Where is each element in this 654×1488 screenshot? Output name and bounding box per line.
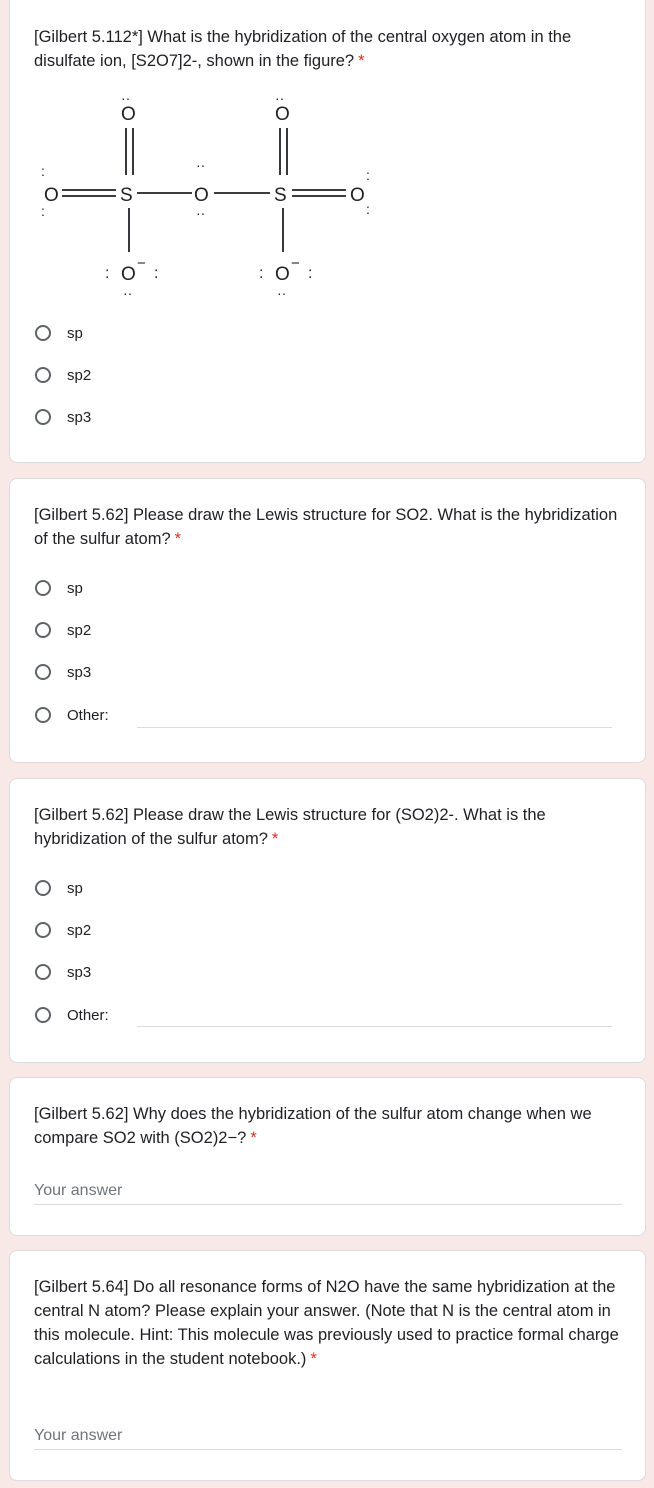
question-title: [Gilbert 5.62] Why does the hybridizatio… [34, 1105, 592, 1147]
radio-button[interactable] [35, 580, 51, 596]
radio-button[interactable] [35, 964, 51, 980]
option-sp2[interactable]: sp2 [35, 363, 91, 387]
option-label: sp2 [67, 921, 92, 939]
option-label: sp3 [67, 963, 92, 981]
option-sp2[interactable]: sp2 [35, 918, 91, 942]
question-title: [Gilbert 5.62] Please draw the Lewis str… [34, 506, 618, 548]
question-card-5: [Gilbert 5.64] Do all resonance forms of… [9, 1250, 646, 1481]
lone-pair: : [154, 265, 158, 282]
option-label: sp3 [67, 663, 92, 681]
option-other[interactable]: Other: [35, 1003, 109, 1027]
atom-s-right: S [274, 185, 287, 206]
question-title: [Gilbert 5.64] Do all resonance forms of… [34, 1278, 619, 1368]
option-other[interactable]: Other: [35, 703, 109, 727]
atom-o-bridge: O [194, 185, 209, 206]
required-asterisk: * [174, 530, 182, 548]
charge: − [137, 255, 146, 272]
radio-button[interactable] [35, 707, 51, 723]
option-sp[interactable]: sp [35, 576, 83, 600]
atom-o-top-left: O [121, 104, 136, 125]
lone-pair: ·· [123, 285, 132, 301]
disulfate-lewis-structure-figure: O : : S O ·· O − : : ·· O ·· ·· S O ·· O… [41, 90, 370, 301]
atom-s-left: S [120, 185, 133, 206]
radio-button[interactable] [35, 1007, 51, 1023]
answer-input[interactable] [34, 1178, 622, 1205]
atom-o-right: O [350, 185, 365, 206]
lone-pair: : [105, 265, 109, 282]
radio-button[interactable] [35, 880, 51, 896]
option-label: Other: [67, 1006, 109, 1024]
lone-pair: : [366, 167, 370, 183]
required-asterisk: * [271, 830, 279, 848]
option-label: sp2 [67, 621, 92, 639]
option-sp[interactable]: sp [35, 321, 83, 345]
question-card-1: [Gilbert 5.112*] What is the hybridizati… [9, 0, 646, 463]
lone-pair: : [308, 265, 312, 282]
other-text-input[interactable] [137, 727, 612, 728]
radio-button[interactable] [35, 622, 51, 638]
option-sp[interactable]: sp [35, 876, 83, 900]
option-label: sp [67, 879, 83, 897]
question-title: [Gilbert 5.112*] What is the hybridizati… [34, 28, 572, 70]
option-sp3[interactable]: sp3 [35, 405, 91, 429]
lone-pair: ·· [196, 157, 205, 173]
option-sp3[interactable]: sp3 [35, 660, 91, 684]
required-asterisk: * [358, 52, 365, 70]
radio-button[interactable] [35, 922, 51, 938]
lone-pair: : [41, 163, 45, 179]
radio-button[interactable] [35, 367, 51, 383]
required-asterisk: * [250, 1129, 257, 1147]
question-card-3: [Gilbert 5.62] Please draw the Lewis str… [9, 778, 646, 1063]
radio-button[interactable] [35, 325, 51, 341]
option-label: Other: [67, 706, 109, 724]
option-label: sp [67, 324, 83, 342]
question-card-2: [Gilbert 5.62] Please draw the Lewis str… [9, 478, 646, 763]
atom-o-bottom-right: O [275, 264, 290, 285]
lone-pair: ·· [275, 90, 284, 106]
lone-pair: : [259, 265, 263, 282]
required-asterisk: * [310, 1350, 317, 1368]
other-text-input[interactable] [137, 1026, 612, 1027]
option-label: sp [67, 579, 83, 597]
question-card-4: [Gilbert 5.62] Why does the hybridizatio… [9, 1077, 646, 1236]
answer-input[interactable] [34, 1423, 622, 1450]
option-sp2[interactable]: sp2 [35, 618, 91, 642]
lone-pair: : [366, 201, 370, 217]
lone-pair: ·· [196, 205, 205, 221]
lone-pair: : [41, 203, 45, 219]
lone-pair: ·· [121, 90, 130, 106]
radio-button[interactable] [35, 664, 51, 680]
question-title: [Gilbert 5.62] Please draw the Lewis str… [34, 806, 546, 848]
lone-pair: ·· [277, 285, 286, 301]
atom-o-top-right: O [275, 104, 290, 125]
atom-o-bottom-left: O [121, 264, 136, 285]
option-label: sp3 [67, 408, 92, 426]
charge: − [291, 255, 300, 272]
radio-button[interactable] [35, 409, 51, 425]
option-sp3[interactable]: sp3 [35, 960, 91, 984]
atom-o-left: O [44, 185, 59, 206]
option-label: sp2 [67, 366, 92, 384]
